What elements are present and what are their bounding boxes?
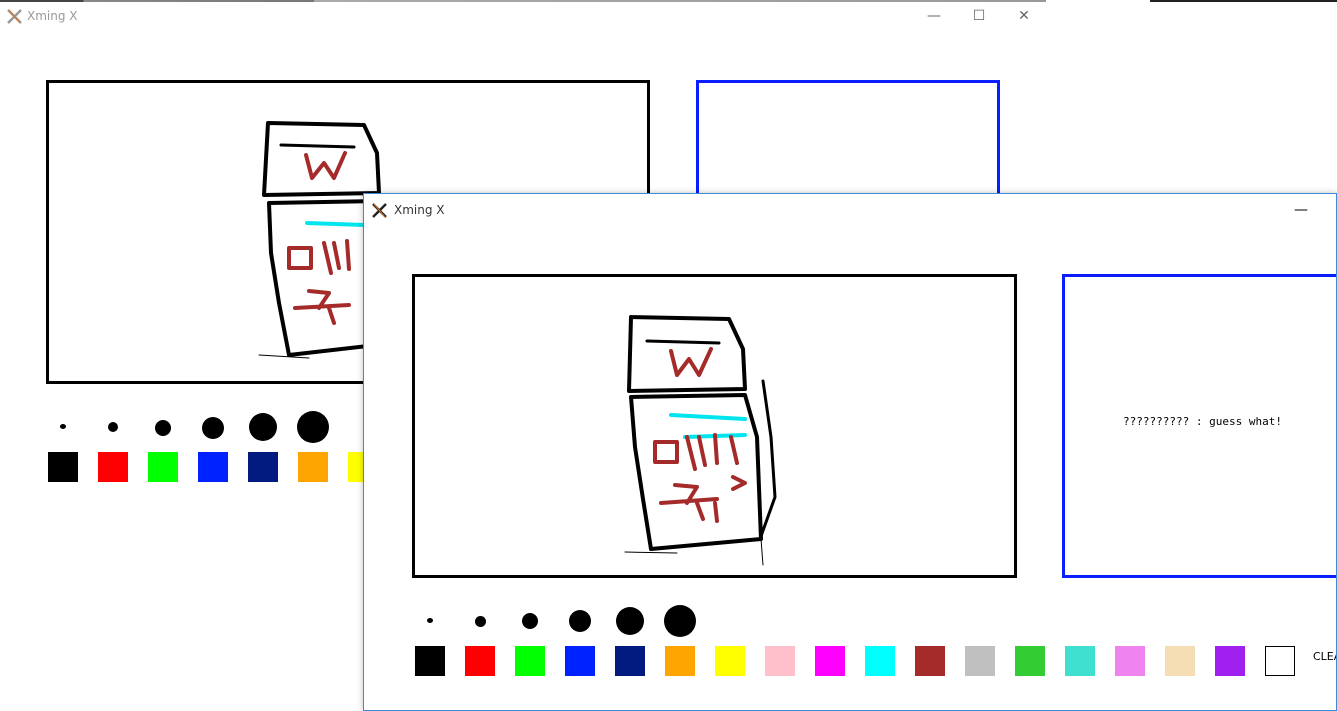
- color-swatch-navy[interactable]: [248, 452, 278, 482]
- color-swatch-silver[interactable]: [965, 646, 995, 676]
- color-swatch-green[interactable]: [515, 646, 545, 676]
- color-swatch-navy[interactable]: [615, 646, 645, 676]
- color-swatch-lime-green[interactable]: [1015, 646, 1045, 676]
- front-window: Xming X — ?????????? : guess what! CLE: [363, 193, 1337, 711]
- color-swatch-magenta[interactable]: [815, 646, 845, 676]
- minimize-button[interactable]: —: [911, 0, 957, 32]
- color-swatch-red[interactable]: [98, 452, 128, 482]
- brush-size-large-icon[interactable]: [569, 610, 591, 632]
- back-title-bar: Xming X — ☐ ✕: [0, 0, 1046, 32]
- back-chat-panel: [696, 80, 1000, 200]
- clear-button[interactable]: CLEAR: [1313, 650, 1336, 663]
- brush-size-small-icon[interactable]: [108, 422, 118, 432]
- xming-icon: [372, 203, 387, 218]
- back-window-title: Xming X: [27, 9, 78, 23]
- brush-size-xxlarge-icon[interactable]: [664, 605, 696, 637]
- brush-size-xlarge-icon[interactable]: [249, 413, 277, 441]
- brush-size-xxlarge-icon[interactable]: [297, 411, 329, 443]
- drawing-canvas[interactable]: [412, 274, 1017, 578]
- color-swatch-violet[interactable]: [1115, 646, 1145, 676]
- color-swatch-red[interactable]: [465, 646, 495, 676]
- color-swatch-blue[interactable]: [565, 646, 595, 676]
- color-swatch-purple[interactable]: [1215, 646, 1245, 676]
- color-swatch-pink[interactable]: [765, 646, 795, 676]
- xming-icon: [7, 9, 22, 24]
- close-button[interactable]: ✕: [1001, 0, 1046, 32]
- color-swatch-orange[interactable]: [665, 646, 695, 676]
- front-title-bar: Xming X —: [364, 194, 1336, 226]
- drawing: [624, 315, 777, 566]
- color-swatch-black[interactable]: [48, 452, 78, 482]
- chat-message: ?????????? : guess what!: [1123, 415, 1282, 428]
- front-window-title: Xming X: [394, 203, 445, 217]
- color-swatch-turquoise[interactable]: [1065, 646, 1095, 676]
- color-swatch-blue[interactable]: [198, 452, 228, 482]
- color-swatch-white[interactable]: [1265, 646, 1295, 676]
- color-swatch-green[interactable]: [148, 452, 178, 482]
- color-swatch-orange[interactable]: [298, 452, 328, 482]
- brush-size-xlarge-icon[interactable]: [616, 607, 644, 635]
- brush-size-tiny-icon[interactable]: [60, 424, 66, 429]
- color-swatch-brown[interactable]: [915, 646, 945, 676]
- brush-size-small-icon[interactable]: [475, 616, 486, 627]
- color-swatch-wheat[interactable]: [1165, 646, 1195, 676]
- color-swatch-black[interactable]: [415, 646, 445, 676]
- desktop-strip: [1150, 0, 1337, 2]
- chat-panel: ?????????? : guess what!: [1062, 274, 1336, 578]
- color-swatch-cyan[interactable]: [865, 646, 895, 676]
- brush-size-large-icon[interactable]: [202, 417, 224, 439]
- minimize-button[interactable]: —: [1278, 194, 1324, 226]
- maximize-button[interactable]: ☐: [956, 0, 1002, 32]
- brush-size-medium-icon[interactable]: [522, 613, 538, 629]
- brush-size-tiny-icon[interactable]: [427, 618, 433, 623]
- color-swatch-yellow[interactable]: [715, 646, 745, 676]
- brush-size-medium-icon[interactable]: [155, 420, 171, 436]
